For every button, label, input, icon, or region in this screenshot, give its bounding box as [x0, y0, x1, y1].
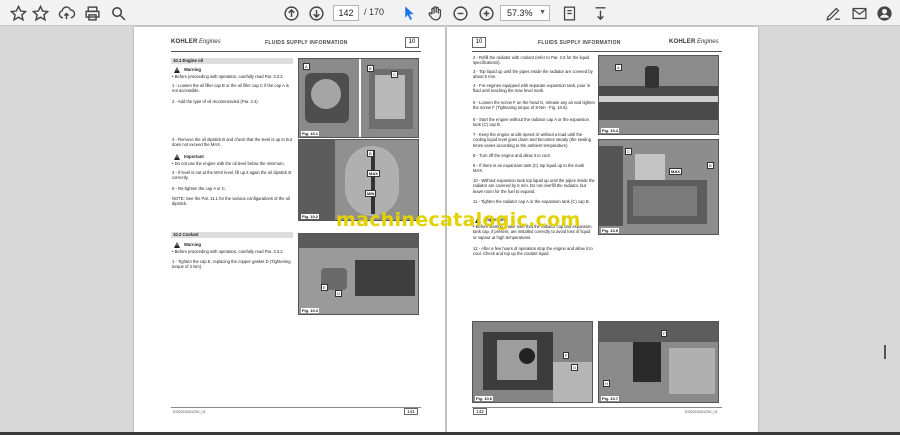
- select-cursor-icon[interactable]: [399, 3, 419, 23]
- step-10: 10 - Without expansion tank top liquid u…: [473, 178, 595, 194]
- figure-caption: Fig. 10.3: [301, 308, 320, 313]
- note-text: NOTE: See the Par. 11.1 for the various …: [172, 196, 290, 207]
- warning-icon: !: [174, 242, 180, 248]
- step-3: 3 - Top liquid up until the pipes inside…: [473, 69, 593, 80]
- sign-pen-icon[interactable]: [823, 3, 843, 23]
- step-8: 8 - Turn off the engine and allow it to …: [473, 153, 551, 158]
- scrollbar-thumb[interactable]: [884, 345, 886, 359]
- label-d: D: [335, 290, 342, 297]
- step-12: 12 - After a few hours of operation stop…: [473, 246, 593, 257]
- step-2: 2 - Refill the radiator with coolant (re…: [473, 55, 590, 66]
- step-6: 6 - Start the engine without the radiato…: [473, 117, 589, 128]
- important-icon: !: [174, 154, 180, 160]
- warning-2: ! Warning: [174, 242, 201, 248]
- mail-icon[interactable]: [849, 3, 869, 23]
- label-a: A: [303, 63, 310, 70]
- step-11: 11 - Tighten the radiator cap A or the e…: [473, 199, 590, 204]
- label-e: E: [321, 284, 328, 291]
- header-rule: [171, 51, 421, 52]
- step-4: 4 - If level is not at the MAX level, fi…: [172, 170, 292, 181]
- chapter-number: 10: [405, 37, 419, 48]
- step-1: 1 - Loosen the oil filler cap B or the o…: [172, 83, 289, 94]
- step-5: 5 - Re-tighten the cap A or C.: [172, 186, 227, 191]
- upload-cloud-icon[interactable]: [56, 3, 76, 23]
- figure-10-7: F H Fig. 10.7: [598, 321, 719, 403]
- zoom-out-icon[interactable]: [450, 3, 470, 23]
- search-icon[interactable]: [108, 3, 128, 23]
- label-c: C: [625, 148, 632, 155]
- label-b: B: [367, 65, 374, 72]
- header-rule: [472, 51, 722, 52]
- label-g: G: [571, 364, 579, 371]
- label-max: MAX: [669, 168, 682, 175]
- footer-page-number: 141: [404, 408, 418, 415]
- label-min: MIN: [365, 190, 377, 197]
- chapter-number: 10: [472, 37, 486, 48]
- figure-caption: Fig. 10.4: [601, 128, 620, 133]
- figure-10-1: A B C Fig. 10.1: [298, 58, 419, 138]
- next-page-icon[interactable]: [306, 3, 326, 23]
- section-engine-oil: 10.1 Engine oil: [171, 58, 293, 64]
- zoom-select[interactable]: 57.3% ▼: [500, 5, 550, 21]
- header-title: FLUIDS SUPPLY INFORMATION: [538, 40, 621, 46]
- page-total: / 170: [364, 7, 385, 17]
- figure-caption: Fig. 10.7: [601, 396, 620, 401]
- important-1: ! Important: [174, 154, 204, 160]
- important-text-1: • Do not use the engine with the oil lev…: [172, 161, 285, 166]
- figure-10-4: A Fig. 10.4: [598, 55, 719, 135]
- figure-10-6: F G Fig. 10.6: [472, 321, 593, 403]
- label-b: B: [367, 150, 374, 157]
- figure-caption: Fig. 10.5: [601, 228, 620, 233]
- label-f: F: [661, 330, 668, 337]
- warning-text-1: • Before proceeding with operation, care…: [172, 74, 284, 79]
- page-fit-icon[interactable]: [559, 3, 579, 23]
- footer-page-number: 142: [473, 408, 487, 415]
- figure-caption: Fig. 10.1: [301, 131, 320, 136]
- label-h: H: [603, 380, 610, 387]
- section-coolant: 10.2 Coolant: [171, 232, 293, 238]
- header-title: FLUIDS SUPPLY INFORMATION: [265, 40, 348, 46]
- warning-icon: !: [174, 67, 180, 73]
- step-9: 9 - If there is an expansion tank (C) to…: [473, 163, 585, 174]
- kohler-logo: KOHLER Engines: [669, 39, 719, 45]
- step-7: 7 - Keep the engine at idle speed or wit…: [473, 132, 592, 148]
- toolbar: 142 / 170 57.3% ▼: [0, 0, 900, 26]
- kohler-logo: KOHLER Engines: [171, 39, 221, 45]
- label-max: MAX: [367, 170, 380, 177]
- print-icon[interactable]: [82, 3, 102, 23]
- step-5: 5 - Loosen the screw F on the head G, re…: [473, 100, 595, 111]
- footer-rule: [171, 407, 421, 408]
- page-number-input[interactable]: 142: [333, 5, 359, 21]
- account-icon[interactable]: [874, 3, 894, 23]
- label-b: B: [707, 162, 714, 169]
- zoom-in-icon[interactable]: [476, 3, 496, 23]
- label-a: A: [615, 64, 622, 71]
- figure-10-3: E D Fig. 10.3: [298, 233, 419, 315]
- vertical-scrollbar[interactable]: [880, 27, 890, 433]
- coolant-step-1: 1 - Tighten the cap E, replacing the cop…: [172, 259, 291, 270]
- previous-page-icon[interactable]: [281, 3, 301, 23]
- warning-1: ! Warning: [174, 67, 201, 73]
- figure-caption: Fig. 10.2: [301, 214, 320, 219]
- watermark-text: machinecatalogic.com: [336, 209, 581, 231]
- bookmark-star-icon[interactable]: [8, 3, 28, 23]
- warning-text-2: • Before proceeding with operation, care…: [172, 249, 284, 254]
- label-f: F: [563, 352, 570, 359]
- footer-code: ED0053031230_01: [685, 410, 718, 414]
- chevron-down-icon: ▼: [539, 9, 546, 16]
- footer-rule: [472, 407, 722, 408]
- step-4: 4 - For engines equipped with separate e…: [473, 83, 591, 94]
- label-c: C: [391, 71, 398, 78]
- scroll-mode-icon[interactable]: [590, 3, 610, 23]
- figure-caption: Fig. 10.6: [475, 396, 494, 401]
- star-icon[interactable]: [30, 3, 50, 23]
- step-2: 2 - Add the type of oil recommended (Par…: [172, 99, 259, 104]
- figure-10-5: C MAX B Fig. 10.5: [598, 139, 719, 235]
- hand-tool-icon[interactable]: [425, 3, 445, 23]
- step-3: 3 - Remove the oil dipstick B and check …: [172, 137, 292, 148]
- footer-code: ED0053031230_01: [173, 410, 206, 414]
- zoom-value: 57.3%: [507, 8, 533, 18]
